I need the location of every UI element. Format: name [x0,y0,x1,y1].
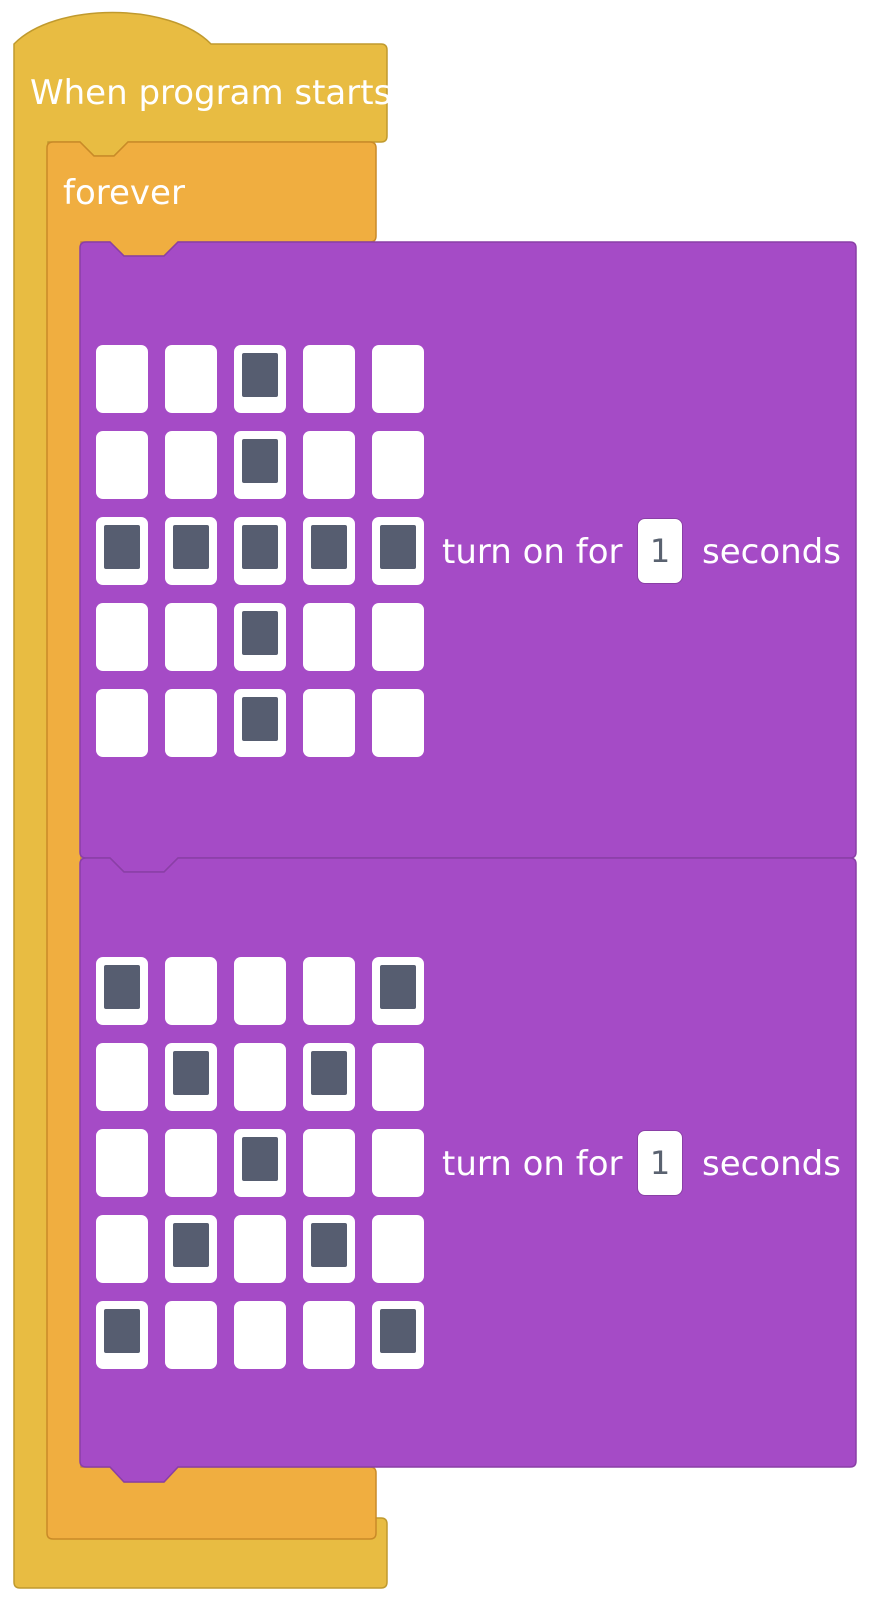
led-on-indicator [173,1051,209,1095]
led-on-indicator [380,1309,416,1353]
led-cell-r5-c1[interactable] [96,689,148,757]
led-on-indicator [104,965,140,1009]
led-cell-r3-c5[interactable] [372,517,424,585]
led-cell-r4-c1[interactable] [96,603,148,671]
led-cell-r3-c1[interactable] [96,1129,148,1197]
led-cell-r1-c2[interactable] [165,957,217,1025]
forever-label: forever [63,173,185,213]
led-cell-r5-c2[interactable] [165,689,217,757]
led-block-2-duration-input[interactable]: 1 [637,1130,683,1196]
led-block-1-duration-input[interactable]: 1 [637,518,683,584]
led-cell-r1-c2[interactable] [165,345,217,413]
led-block-2-suffix: seconds [702,1144,841,1184]
led-cell-r2-c2[interactable] [165,1043,217,1111]
led-on-indicator [242,353,278,397]
led-cell-r3-c4[interactable] [303,1129,355,1197]
led-on-indicator [311,1051,347,1095]
led-cell-r5-c3[interactable] [234,1301,286,1369]
led-cell-r1-c5[interactable] [372,957,424,1025]
led-cell-r3-c3[interactable] [234,517,286,585]
led-cell-r3-c1[interactable] [96,517,148,585]
led-block-2-prefix: turn on for [442,1144,623,1184]
led-cell-r4-c5[interactable] [372,603,424,671]
led-cell-r2-c1[interactable] [96,1043,148,1111]
led-cell-r4-c3[interactable] [234,603,286,671]
led-cell-r1-c4[interactable] [303,345,355,413]
led-cell-r1-c1[interactable] [96,345,148,413]
led-cell-r4-c5[interactable] [372,1215,424,1283]
led-cell-r5-c5[interactable] [372,1301,424,1369]
led-cell-r2-c5[interactable] [372,1043,424,1111]
led-cell-r4-c1[interactable] [96,1215,148,1283]
led-on-indicator [380,525,416,569]
led-cell-r2-c5[interactable] [372,431,424,499]
led-cell-r4-c2[interactable] [165,603,217,671]
led-cell-r4-c4[interactable] [303,1215,355,1283]
led-cell-r3-c5[interactable] [372,1129,424,1197]
led-cell-r5-c4[interactable] [303,689,355,757]
led-cell-r1-c3[interactable] [234,957,286,1025]
led-cell-r5-c5[interactable] [372,689,424,757]
led-cell-r5-c4[interactable] [303,1301,355,1369]
led-cell-r2-c4[interactable] [303,431,355,499]
led-cell-r3-c2[interactable] [165,1129,217,1197]
led-cell-r2-c3[interactable] [234,1043,286,1111]
led-on-indicator [242,697,278,741]
led-cell-r4-c3[interactable] [234,1215,286,1283]
led-on-indicator [104,1309,140,1353]
led-on-indicator [173,1223,209,1267]
led-on-indicator [242,525,278,569]
led-block-1-suffix: seconds [702,532,841,572]
led-cell-r3-c4[interactable] [303,517,355,585]
led-on-indicator [380,965,416,1009]
led-on-indicator [173,525,209,569]
led-cell-r1-c5[interactable] [372,345,424,413]
led-cell-r1-c1[interactable] [96,957,148,1025]
led-on-indicator [242,439,278,483]
led-cell-r3-c3[interactable] [234,1129,286,1197]
when-program-starts-label: When program starts [30,73,392,113]
led-cell-r4-c2[interactable] [165,1215,217,1283]
led-cell-r1-c3[interactable] [234,345,286,413]
led-cell-r5-c2[interactable] [165,1301,217,1369]
led-cell-r2-c4[interactable] [303,1043,355,1111]
led-cell-r2-c3[interactable] [234,431,286,499]
led-on-indicator [311,1223,347,1267]
led-cell-r5-c3[interactable] [234,689,286,757]
led-cell-r5-c1[interactable] [96,1301,148,1369]
led-on-indicator [104,525,140,569]
led-cell-r1-c4[interactable] [303,957,355,1025]
led-cell-r2-c2[interactable] [165,431,217,499]
led-on-indicator [311,525,347,569]
led-block-1-prefix: turn on for [442,532,623,572]
led-on-indicator [242,1137,278,1181]
led-on-indicator [242,611,278,655]
led-cell-r3-c2[interactable] [165,517,217,585]
led-cell-r4-c4[interactable] [303,603,355,671]
led-cell-r2-c1[interactable] [96,431,148,499]
